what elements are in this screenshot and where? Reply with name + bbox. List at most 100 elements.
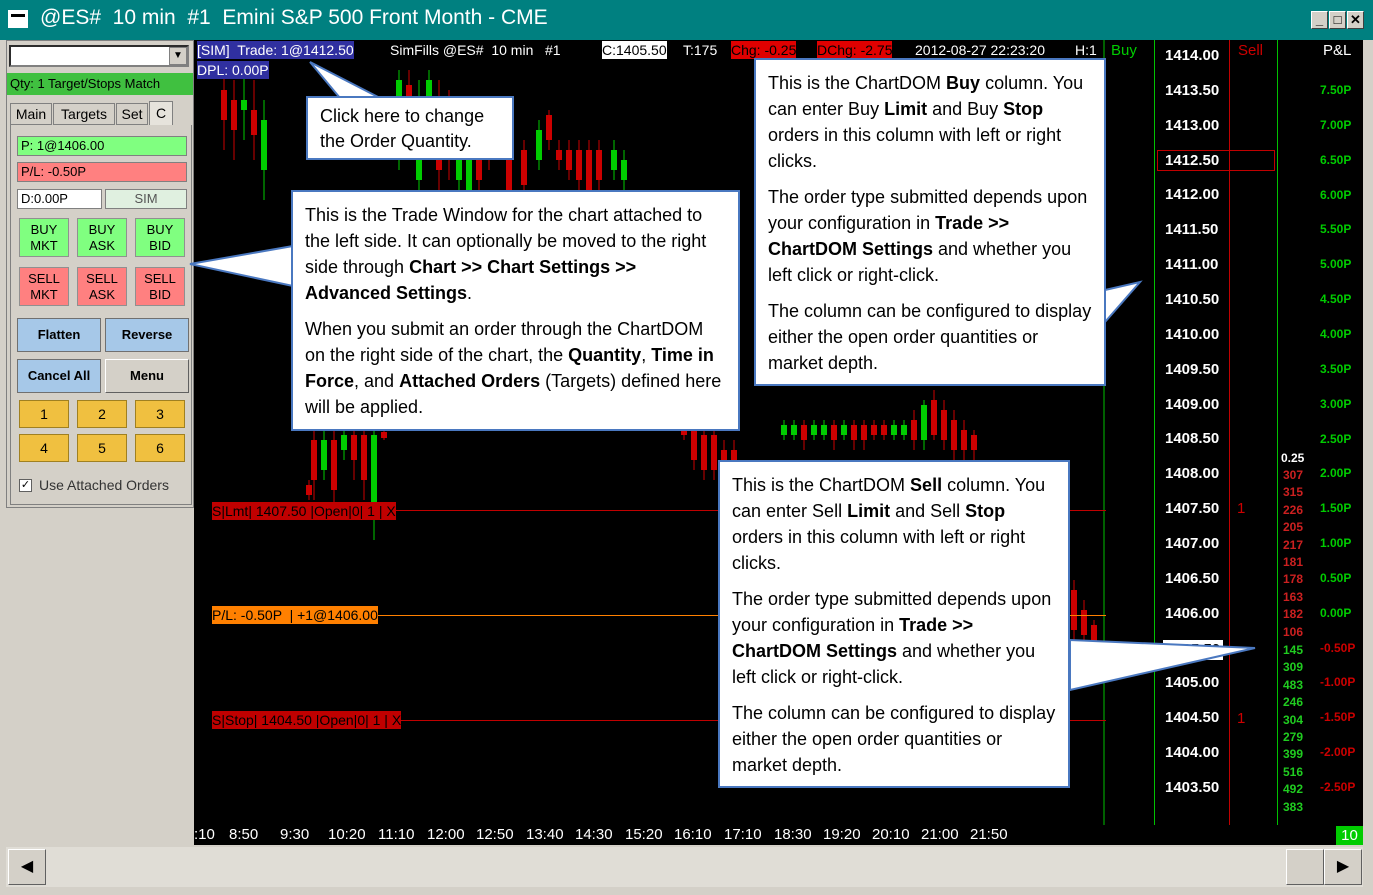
position-field: P: 1@1406.00 [17,136,187,156]
callout-emphasis: Stop [965,501,1006,521]
callout-emphasis: Quantity [568,345,642,365]
stop-order-label[interactable]: S|Stop| 1404.50 |Open|0| 1 | X [212,711,402,729]
daily-change-label: DChg: -2.75 [817,41,893,59]
pnl-value: -2.00P [1320,745,1356,760]
sim-trade-label[interactable]: [SIM] Trade: 1@1412.50 [197,41,354,59]
price-level[interactable]: 1403.50 [1165,779,1225,796]
pnl-value: 4.00P [1320,326,1352,341]
price-level[interactable]: 1408.50 [1165,430,1225,447]
scroll-right-button[interactable]: ▶ [1324,849,1362,885]
reverse-button[interactable]: Reverse [105,318,189,352]
bid-depth: 304 [1283,712,1304,727]
tab-main[interactable]: Main [10,103,52,125]
price-level[interactable]: 1410.50 [1165,291,1225,308]
pnl-value: 2.00P [1320,466,1352,481]
price-level[interactable]: 1404.50 [1165,709,1225,726]
order-quantity-status[interactable]: Qty: 1 Target/Stops Match [7,73,193,95]
candle-body [791,425,797,435]
sell-ask-label: SELL ASK [86,271,118,302]
buy-bid-button[interactable]: BUY BID [135,218,185,257]
scroll-thumb[interactable] [1286,849,1324,885]
quantity-button-6[interactable]: 6 [135,434,185,462]
daily-pl-label: DPL: 0.00P [197,61,269,79]
candle-body [1091,625,1097,645]
price-level[interactable]: 1408.00 [1165,465,1225,482]
price-level[interactable]: 1404.00 [1165,744,1225,761]
ask-depth: 217 [1283,537,1304,552]
dom-footer [1106,825,1363,845]
sim-mode-badge: SIM [105,189,187,209]
buy-market-label: BUY MKT [30,222,58,253]
price-level[interactable]: 1405.00 [1165,674,1225,691]
tab-targets[interactable]: Targets [53,103,115,125]
quantity-button-2[interactable]: 2 [77,400,127,428]
scroll-left-button[interactable]: ◀ [8,849,46,885]
sell-order-quantity[interactable]: 1 [1237,500,1245,517]
candle-body [871,425,877,435]
candle-body [536,130,542,160]
symbol-dropdown[interactable]: ▼ [9,45,189,67]
flatten-button[interactable]: Flatten [17,318,101,352]
chevron-down-icon[interactable]: ▼ [169,47,187,65]
limit-order-label[interactable]: S|Lmt| 1407.50 |Open|0| 1 | X [212,502,396,520]
quantity-button-1[interactable]: 1 [19,400,69,428]
sell-ask-button[interactable]: SELL ASK [77,267,127,306]
candle-body [841,425,847,435]
price-level[interactable]: 1412.00 [1165,186,1225,203]
menu-button[interactable]: Menu [105,359,189,393]
use-attached-orders-checkbox[interactable]: ✓ [19,479,32,492]
time-label: 16:10 [674,826,712,843]
order-quantity-callout: Click here to change the Order Quantity. [306,96,514,160]
minimize-button[interactable]: _ [1311,11,1328,29]
price-level[interactable]: 1414.00 [1165,47,1225,64]
time-label: 18:30 [774,826,812,843]
profit-loss-field: P/L: -0.50P [17,162,187,182]
candle-body [911,420,917,440]
tab-set[interactable]: Set [116,103,148,125]
buy-ask-button[interactable]: BUY ASK [77,218,127,257]
callout-text: and Buy [927,99,1004,119]
sell-order-quantity[interactable]: 1 [1237,710,1245,727]
tab-c[interactable]: C [149,101,173,125]
candle-body [701,435,707,470]
quantity-button-4[interactable]: 4 [19,434,69,462]
candle-body [1071,590,1077,630]
candle-body [951,420,957,450]
price-level[interactable]: 1409.50 [1165,361,1225,378]
close-button[interactable]: ✕ [1347,11,1364,29]
quantity-button-3[interactable]: 3 [135,400,185,428]
timestamp: 2012-08-27 22:23:20 [915,42,1045,58]
price-level[interactable]: 1411.00 [1165,256,1225,273]
candle-body [306,485,312,495]
price-level[interactable]: 1409.00 [1165,396,1225,413]
price-level[interactable]: 1406.00 [1165,605,1225,622]
callout-text: The order type submitted depends upon yo… [768,187,1088,233]
cancel-all-button[interactable]: Cancel All [17,359,101,393]
time-label: 8:50 [229,826,259,843]
pnl-value: 3.50P [1320,361,1352,376]
price-level[interactable]: 1406.50 [1165,570,1225,587]
daily-pl-field: D:0.00P [17,189,102,209]
horizontal-scrollbar[interactable]: ◀ ▶ [6,847,1363,887]
sell-market-button[interactable]: SELL MKT [19,267,69,306]
price-level[interactable]: 1410.00 [1165,326,1225,343]
maximize-button[interactable]: □ [1329,11,1346,29]
candle-body [711,435,717,470]
sell-bid-button[interactable]: SELL BID [135,267,185,306]
price-level[interactable]: 1413.50 [1165,82,1225,99]
price-level[interactable]: 1407.50 [1165,500,1225,517]
price-level[interactable]: 1413.00 [1165,117,1225,134]
time-label: 12:00 [427,826,465,843]
buy-market-button[interactable]: BUY MKT [19,218,69,257]
candle-body [971,435,977,450]
callout-emphasis: Stop [1003,99,1044,119]
callout-paragraph: This is the ChartDOM Sell column. You ca… [732,472,1056,576]
callout-text: This is the ChartDOM [732,475,911,495]
time-label: 21:00 [921,826,959,843]
window-icon[interactable] [8,10,28,28]
position-label[interactable]: P/L: -0.50P | +1@1406.00 [212,606,378,624]
price-level[interactable]: 1407.00 [1165,535,1225,552]
quantity-button-5[interactable]: 5 [77,434,127,462]
price-level[interactable]: 1411.50 [1165,221,1225,238]
counter-badge: 10 [1336,826,1363,845]
